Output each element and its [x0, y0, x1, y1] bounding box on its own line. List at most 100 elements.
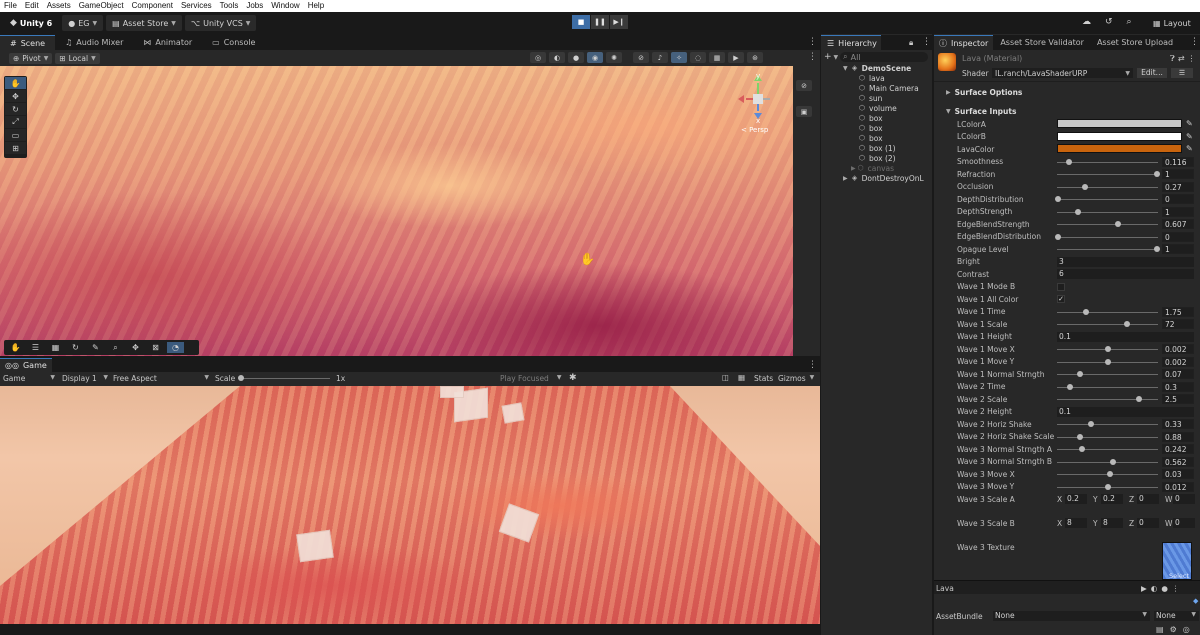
- preview-bar[interactable]: Lava ▶ ◐ ● ⋮: [934, 580, 1200, 594]
- rect-tool-icon[interactable]: ▭: [5, 129, 26, 141]
- tab-audio-mixer[interactable]: ♫ Audio Mixer: [55, 35, 133, 50]
- wave3-scale-b-x-field[interactable]: 8: [1065, 518, 1087, 528]
- tree-row-dontdestroyonload[interactable]: ▶ ◈ DontDestroyOnL: [821, 173, 932, 183]
- number-field[interactable]: 0: [1162, 194, 1194, 204]
- bug-icon[interactable]: ✱: [569, 373, 577, 383]
- visibility-icon[interactable]: ◌: [690, 52, 706, 63]
- wave2-height-field[interactable]: 0.1: [1057, 406, 1194, 417]
- pause-button[interactable]: ❚❚: [591, 15, 609, 29]
- eyedropper-icon[interactable]: ✎: [1186, 132, 1193, 141]
- menu-component[interactable]: Component: [128, 0, 177, 12]
- slider-track[interactable]: [1057, 374, 1158, 375]
- preset-icon[interactable]: ⇄: [1178, 54, 1185, 64]
- grid-icon[interactable]: ▦: [709, 52, 725, 63]
- color-swatch[interactable]: [1057, 144, 1182, 153]
- slider-knob[interactable]: [1104, 346, 1111, 352]
- light-icon[interactable]: ●: [1161, 584, 1168, 593]
- layers-status-icon[interactable]: ▤: [1156, 625, 1164, 634]
- expand-icon[interactable]: ▶: [843, 175, 848, 182]
- camera-icon[interactable]: ▶: [728, 52, 744, 63]
- color-swatch[interactable]: [1057, 119, 1182, 128]
- cloud-icon[interactable]: ☁: [1082, 17, 1091, 27]
- slider-track[interactable]: [1057, 199, 1158, 200]
- texture-select-label[interactable]: Select: [1169, 572, 1189, 580]
- number-field[interactable]: 0.03: [1162, 469, 1194, 479]
- render-mode-icon[interactable]: ◉: [587, 52, 603, 63]
- game-mode-dropdown[interactable]: Game ▼: [3, 374, 55, 383]
- color-swatch[interactable]: [1057, 131, 1182, 141]
- slider-track[interactable]: [1057, 461, 1158, 463]
- number-field[interactable]: 1: [1162, 169, 1194, 179]
- menu-services[interactable]: Services: [177, 0, 216, 12]
- menu-jobs[interactable]: Jobs: [242, 0, 267, 12]
- pivot-dropdown[interactable]: ⊕ Pivot ▼: [9, 52, 53, 64]
- collab-icon[interactable]: ◎: [1183, 625, 1190, 634]
- more-options-icon[interactable]: ⋮: [1188, 54, 1196, 64]
- slider-knob[interactable]: [1081, 183, 1088, 190]
- bright-field[interactable]: 3: [1057, 256, 1194, 267]
- expand-icon[interactable]: ▶: [851, 165, 856, 172]
- section-surface-inputs[interactable]: ▼ Surface Inputs: [934, 105, 1200, 117]
- edit-shader-button[interactable]: Edit...: [1137, 68, 1167, 78]
- stats-button[interactable]: Stats: [754, 374, 773, 383]
- stats-grid-icon[interactable]: ▦: [738, 373, 745, 382]
- assetbundle-dropdown[interactable]: None ▼: [993, 611, 1150, 621]
- wireframe-icon[interactable]: ◎: [530, 52, 546, 63]
- number-field[interactable]: 0.012: [1162, 481, 1194, 492]
- local-dropdown[interactable]: ⊞ Local ▼: [55, 52, 100, 64]
- lighting-icon[interactable]: ✺: [606, 52, 622, 63]
- wave3-scale-b-y-field[interactable]: 8: [1101, 518, 1123, 528]
- shaded-wire-icon[interactable]: ◐: [549, 52, 565, 63]
- tab-inspector[interactable]: ⓘ Inspector: [934, 35, 994, 50]
- number-field[interactable]: 0.3: [1162, 381, 1194, 392]
- slider-knob[interactable]: [1066, 383, 1073, 390]
- effects-icon[interactable]: ✧: [671, 52, 687, 63]
- rotate-view-icon[interactable]: ↻: [67, 342, 84, 353]
- slider-knob[interactable]: [1078, 446, 1085, 452]
- wave3-scale-b-z-field[interactable]: 0: [1137, 518, 1159, 528]
- unity-button[interactable]: ◆ Unity 6: [4, 15, 58, 31]
- move-icon[interactable]: ✥: [127, 342, 144, 353]
- slider-knob[interactable]: [1076, 371, 1083, 377]
- layout-dropdown[interactable]: ▦ Layout: [1147, 15, 1197, 31]
- slider-knob[interactable]: [1115, 221, 1122, 227]
- layers-icon[interactable]: ☰: [27, 342, 44, 353]
- menu-assets[interactable]: Assets: [43, 0, 75, 12]
- menu-help[interactable]: Help: [304, 0, 328, 12]
- wave1-all-color-checkbox[interactable]: ✓: [1057, 295, 1065, 303]
- wave1-height-field[interactable]: 0.1: [1057, 331, 1194, 342]
- number-field[interactable]: 0.242: [1162, 444, 1194, 454]
- tree-row-sun[interactable]: ⬡ sun: [821, 93, 932, 103]
- slider-knob[interactable]: [1104, 358, 1111, 365]
- more-options-icon[interactable]: ⋮: [808, 360, 817, 370]
- slider-knob[interactable]: [1076, 433, 1083, 440]
- slider-knob[interactable]: [1055, 196, 1061, 202]
- lock-icon[interactable]: 🔒︎: [909, 38, 913, 48]
- tab-console[interactable]: ▭ Console: [202, 35, 265, 50]
- more-options-icon[interactable]: ⋮: [1172, 584, 1180, 593]
- slider-knob[interactable]: [1124, 321, 1131, 327]
- slider-knob[interactable]: [1105, 483, 1112, 490]
- number-field[interactable]: 0.27: [1162, 181, 1194, 192]
- shader-menu-button[interactable]: ☰: [1171, 68, 1193, 78]
- tab-scene[interactable]: # Scene: [0, 35, 56, 50]
- wave3-scale-a-y-field[interactable]: 0.2: [1101, 494, 1123, 504]
- chevron-down-icon[interactable]: ▼: [834, 54, 839, 61]
- 2d-toggle-icon[interactable]: ⊘: [633, 52, 649, 63]
- slider-track[interactable]: [1057, 449, 1158, 450]
- search-icon[interactable]: ⌕: [1127, 17, 1132, 27]
- menu-tools[interactable]: Tools: [216, 0, 243, 12]
- tree-row-box[interactable]: ⬡ box: [821, 133, 932, 143]
- gizmos-icon[interactable]: ⊛: [747, 52, 763, 63]
- tab-asset-store-validator[interactable]: Asset Store Validator: [993, 35, 1091, 50]
- shaded-icon[interactable]: ●: [568, 52, 584, 63]
- slider-track[interactable]: [1057, 399, 1158, 400]
- snap-icon[interactable]: ⊠: [147, 342, 164, 353]
- tree-row-canvas[interactable]: ▶ ⬡ canvas: [821, 163, 932, 173]
- more-options-icon[interactable]: ⋮: [808, 52, 817, 62]
- number-field[interactable]: 1.75: [1162, 306, 1194, 317]
- game-viewport[interactable]: [0, 386, 820, 624]
- slider-knob[interactable]: [1107, 471, 1114, 477]
- aspect-dropdown[interactable]: Free Aspect ▼: [113, 374, 209, 383]
- gizmos-dropdown[interactable]: Gizmos ▼: [778, 374, 814, 383]
